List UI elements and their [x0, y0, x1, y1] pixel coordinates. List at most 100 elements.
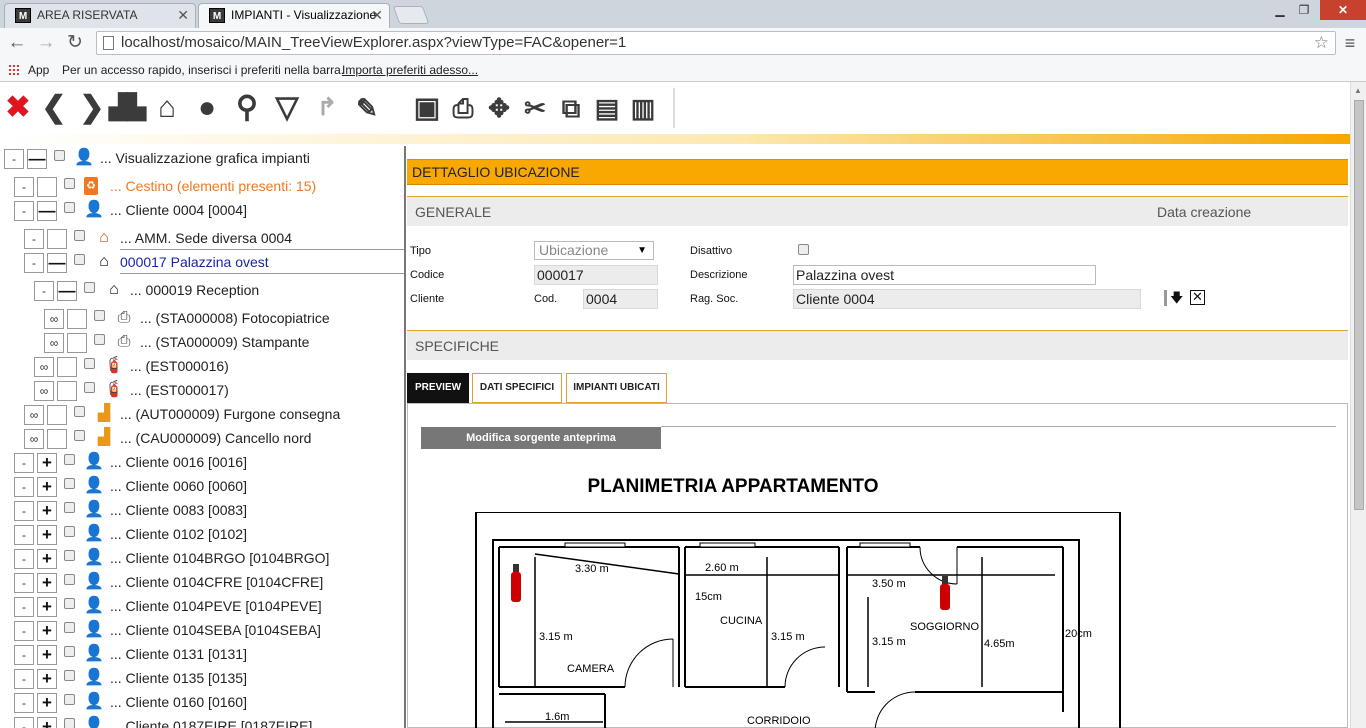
new-tab-button[interactable] [392, 6, 430, 24]
redirect-icon[interactable]: ↱ [309, 90, 345, 126]
tree-node-label[interactable]: ... Cliente 0016 [0016] [110, 450, 247, 474]
ragsoc-field[interactable]: Cliente 0004 [793, 289, 1141, 309]
expand-plus-icon[interactable]: + [37, 669, 57, 689]
apps-link[interactable]: App [28, 58, 49, 82]
tree-node-label[interactable]: ... Cliente 0104SEBA [0104SEBA] [110, 618, 321, 642]
tree-node-checkbox[interactable] [64, 478, 75, 489]
url-input[interactable]: localhost/mosaico/MAIN_TreeViewExplorer.… [96, 31, 1336, 55]
tree-node-label[interactable]: ... Cliente 0160 [0160] [110, 690, 247, 714]
tree-node-label[interactable]: ... (EST000017) [130, 378, 229, 402]
tree-expand-toggle[interactable]: - [14, 573, 34, 593]
apps-grid-icon[interactable] [8, 64, 20, 76]
tree-expand-toggle[interactable]: - [14, 477, 34, 497]
tree-node-checkbox[interactable] [64, 502, 75, 513]
maximize-icon[interactable]: ❐ [1292, 0, 1316, 20]
tree-expand-toggle[interactable]: ∞ [44, 309, 64, 329]
tree-node-toggle[interactable] [37, 177, 57, 197]
expand-plus-icon[interactable]: + [37, 549, 57, 569]
tree-expand-toggle[interactable]: - [14, 693, 34, 713]
tree-node[interactable]: ∞ ▟ ... (CAU000009) Cancello nord [0, 426, 404, 450]
tree-node-label[interactable]: ... (CAU000009) Cancello nord [120, 426, 311, 450]
print-icon[interactable]: ⎙ [445, 90, 481, 126]
tree-node[interactable]: - + 👤 ... Cliente 0160 [0160] [0, 690, 404, 714]
tree-node[interactable]: - + 👤 ... Cliente 0016 [0016] [0, 450, 404, 474]
tree-node-toggle[interactable] [47, 229, 67, 249]
tree-node-toggle[interactable] [57, 357, 77, 377]
tree-expand-toggle[interactable]: - [14, 201, 34, 221]
tree-node-checkbox[interactable] [64, 178, 75, 189]
expand-plus-icon[interactable]: + [37, 501, 57, 521]
close-icon[interactable]: ✖ [0, 90, 36, 126]
expand-plus-icon[interactable]: + [37, 693, 57, 713]
tree-node-checkbox[interactable] [64, 670, 75, 681]
cod-field[interactable]: 0004 [583, 289, 658, 309]
scroll-up-icon[interactable]: ▲ [1354, 86, 1362, 95]
tree-node-toggle[interactable] [47, 405, 67, 425]
tipo-select[interactable]: Ubicazione ▼ [534, 241, 654, 260]
tree-node-label[interactable]: ... Cestino (elementi presenti: 15) [110, 174, 316, 198]
edit-icon[interactable]: ✎ [349, 90, 385, 126]
tree-node-label[interactable]: ... Cliente 0104CFRE [0104CFRE] [110, 570, 323, 594]
tree-expand-toggle[interactable]: - [14, 669, 34, 689]
tree-expand-toggle[interactable]: - [14, 501, 34, 521]
tree-expand-toggle[interactable]: ∞ [44, 333, 64, 353]
puzzle-icon[interactable]: ✥ [481, 90, 517, 126]
tree-node-checkbox[interactable] [74, 230, 85, 241]
tree-node-checkbox[interactable] [64, 202, 75, 213]
modifica-sorgente-button[interactable]: Modifica sorgente anteprima [421, 427, 661, 449]
tree-node-label[interactable]: ... Cliente 0104PEVE [0104PEVE] [110, 594, 322, 618]
tree-node-checkbox[interactable] [64, 694, 75, 705]
tree-node-label[interactable]: ... Cliente 0131 [0131] [110, 642, 247, 666]
tree-node-checkbox[interactable] [94, 334, 105, 345]
collapse-minus-icon[interactable]: — [47, 253, 67, 273]
tree-node-label[interactable]: ... (AUT000009) Furgone consegna [120, 402, 340, 426]
tree-node[interactable]: - + 👤 ... Cliente 0104SEBA [0104SEBA] [0, 618, 404, 642]
browser-menu-icon[interactable]: ≡ [1340, 31, 1360, 55]
tree-expand-toggle[interactable]: ∞ [24, 429, 44, 449]
tree-node-checkbox[interactable] [84, 382, 95, 393]
tree-expand-toggle[interactable]: - [14, 453, 34, 473]
expand-plus-icon[interactable]: + [37, 477, 57, 497]
tree-node-checkbox[interactable] [64, 550, 75, 561]
window-close-icon[interactable]: ✕ [1320, 0, 1366, 20]
tree-node[interactable]: - — ⌂ ... 000019 Reception [0, 278, 404, 302]
factory-icon[interactable]: ▟▙ [109, 90, 146, 126]
expand-plus-icon[interactable]: + [37, 573, 57, 593]
expand-plus-icon[interactable]: + [37, 717, 57, 728]
collapse-minus-icon[interactable]: — [27, 149, 47, 169]
tree-node[interactable]: ∞ 🧯 ... (EST000016) [0, 354, 404, 378]
tree-node-checkbox[interactable] [94, 310, 105, 321]
tree-node-label[interactable]: ... Cliente 0104BRGO [0104BRGO] [110, 546, 329, 570]
tree-node-checkbox[interactable] [84, 282, 95, 293]
tree-expand-toggle[interactable]: - [4, 149, 24, 169]
tree-node-label[interactable]: ... Cliente 0083 [0083] [110, 498, 247, 522]
codice-field[interactable]: 000017 [534, 265, 658, 285]
trash-icon[interactable]: ▥ [625, 90, 661, 126]
tree-expand-toggle[interactable]: - [14, 645, 34, 665]
tree-expand-toggle[interactable]: ∞ [24, 405, 44, 425]
clear-cliente-icon[interactable]: ✕ [1190, 290, 1205, 305]
tree-node-toggle[interactable] [67, 333, 87, 353]
tree-node-label[interactable]: 000017 Palazzina ovest [120, 250, 269, 274]
import-bookmarks-link[interactable]: Importa preferiti adesso... [342, 58, 478, 82]
tree-node[interactable]: - + 👤 ... Cliente 0131 [0131] [0, 642, 404, 666]
forward-arrow-icon[interactable]: → [35, 31, 57, 55]
collapse-minus-icon[interactable]: — [57, 281, 77, 301]
tree-node-checkbox[interactable] [64, 598, 75, 609]
page-scrollbar[interactable]: ▲ [1350, 82, 1366, 728]
tree-node-checkbox[interactable] [74, 430, 85, 441]
search-icon[interactable]: ⚲ [229, 90, 265, 126]
tree-node-label[interactable]: ... Visualizzazione grafica impianti [100, 146, 310, 170]
tree-node-label[interactable]: ... (STA000008) Fotocopiatrice [140, 306, 330, 330]
expand-plus-icon[interactable]: + [37, 645, 57, 665]
tree-expand-toggle[interactable]: - [24, 253, 44, 273]
tree-node-checkbox[interactable] [64, 718, 75, 728]
tab-dati-specifici[interactable]: DATI SPECIFICI [472, 373, 562, 403]
paste-icon[interactable]: ▤ [589, 90, 625, 126]
tree-node-checkbox[interactable] [64, 574, 75, 585]
tree-node[interactable]: - + 👤 ... Cliente 0135 [0135] [0, 666, 404, 690]
select-cliente-button[interactable]: 🡇 [1164, 290, 1192, 306]
tab-impianti-ubicati[interactable]: IMPIANTI UBICATI [566, 373, 667, 403]
tree-expand-toggle[interactable]: - [34, 281, 54, 301]
expand-plus-icon[interactable]: + [37, 621, 57, 641]
